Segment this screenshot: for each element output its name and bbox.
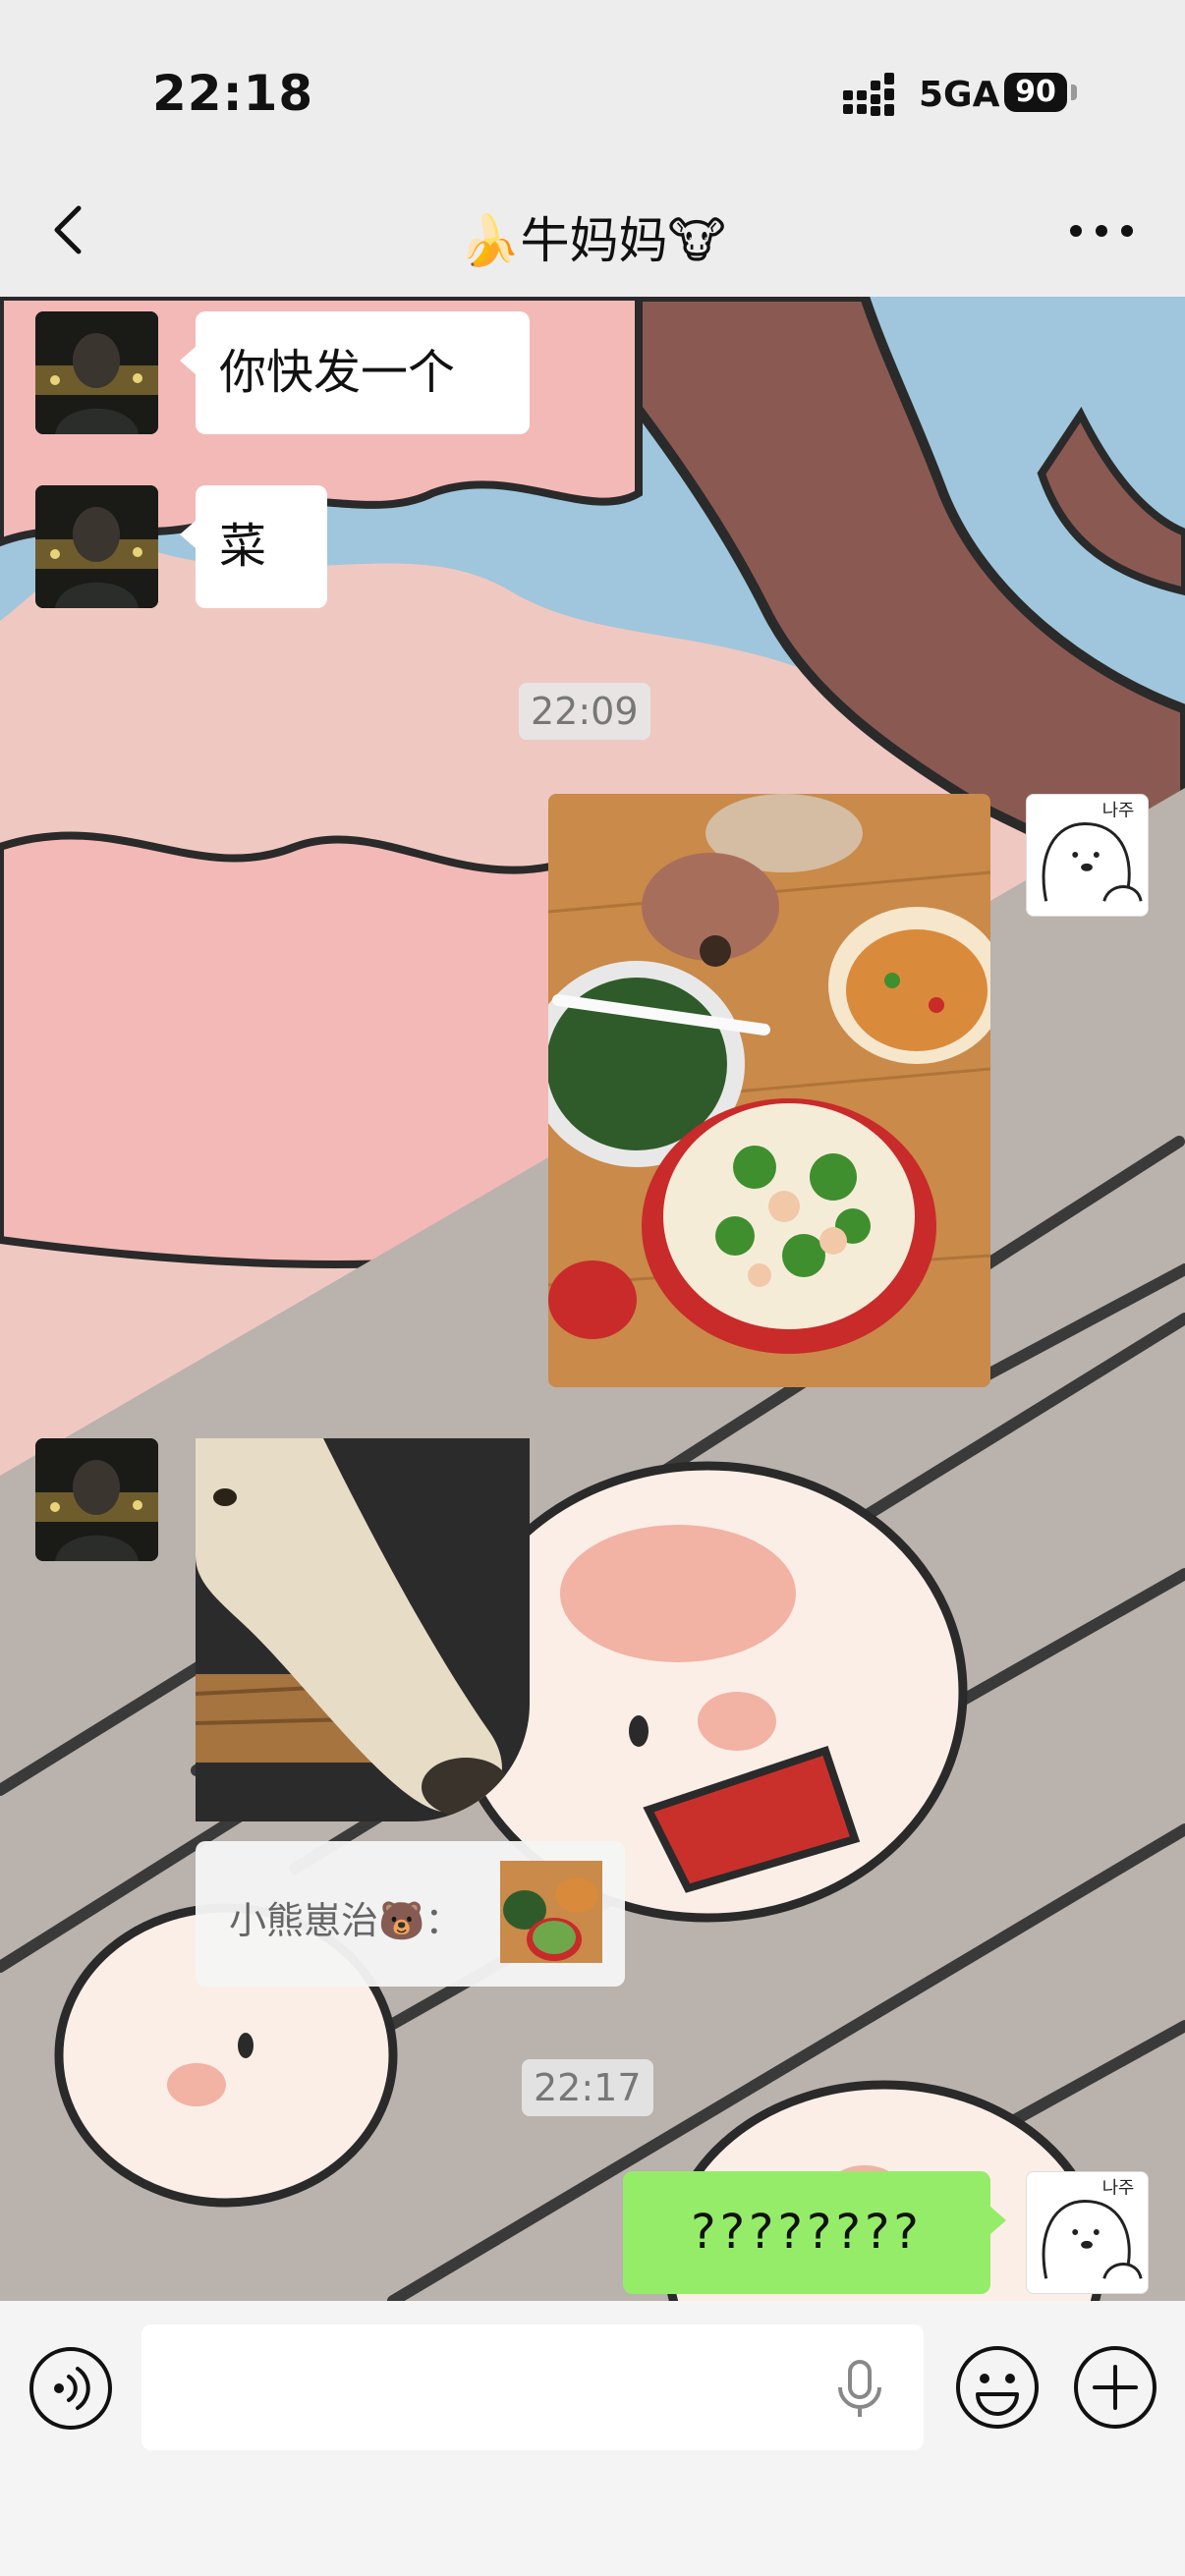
message-bubble[interactable]: 菜 <box>180 485 327 608</box>
friend-avatar-image <box>35 485 158 608</box>
dog-photo-image <box>196 1438 530 1821</box>
chat-title: 🍌牛妈妈🐮 <box>459 212 726 269</box>
microphone-icon[interactable] <box>835 2358 884 2421</box>
battery-indicator: 90 <box>1004 73 1067 112</box>
timestamp: 22:17 <box>522 2059 653 2116</box>
more-options-icon[interactable] <box>1067 216 1136 246</box>
status-time: 22:18 <box>152 65 314 122</box>
message-bubble[interactable]: 你快发一个 <box>180 311 530 434</box>
food-photo-image <box>548 794 990 1387</box>
emoji-icon[interactable] <box>953 2343 1042 2432</box>
sent-photo-food[interactable] <box>548 794 990 1387</box>
message-bubble[interactable]: ???????? <box>623 2171 1006 2294</box>
message-text: 你快发一个 <box>219 345 456 400</box>
self-avatar-image: 나주 <box>1042 2178 1143 2279</box>
self-avatar-text: 나주 <box>1102 801 1135 821</box>
self-avatar-image: 나주 <box>1042 801 1143 902</box>
message-list[interactable]: 你快发一个 菜 22:09 나주 小熊崽治🐻： 22:17 ???????? 나… <box>0 297 1185 2301</box>
quoted-sender: 小熊崽治🐻： <box>229 1899 463 1942</box>
quoted-thumbnail <box>500 1861 602 1963</box>
self-avatar[interactable]: 나주 <box>1026 794 1149 917</box>
message-input[interactable] <box>141 2324 924 2450</box>
battery-tip <box>1071 84 1077 100</box>
received-photo-dog[interactable] <box>196 1438 530 1821</box>
message-text: ???????? <box>691 2205 923 2260</box>
friend-avatar[interactable] <box>35 1438 158 1561</box>
network-type: 5GA <box>919 75 1000 115</box>
status-bar: 22:18 5GA 90 <box>0 0 1185 187</box>
signal-strength-icon <box>843 73 894 116</box>
friend-avatar[interactable] <box>35 485 158 608</box>
timestamp: 22:09 <box>519 683 650 740</box>
friend-avatar-image <box>35 1438 158 1561</box>
message-text: 菜 <box>219 519 267 574</box>
self-avatar[interactable]: 나주 <box>1026 2171 1149 2294</box>
friend-avatar[interactable] <box>35 311 158 434</box>
friend-avatar-image <box>35 311 158 434</box>
plus-icon[interactable] <box>1071 2343 1159 2432</box>
voice-mode-icon[interactable] <box>28 2345 114 2432</box>
quoted-message[interactable]: 小熊崽治🐻： <box>196 1841 625 1987</box>
self-avatar-text: 나주 <box>1102 2178 1135 2199</box>
